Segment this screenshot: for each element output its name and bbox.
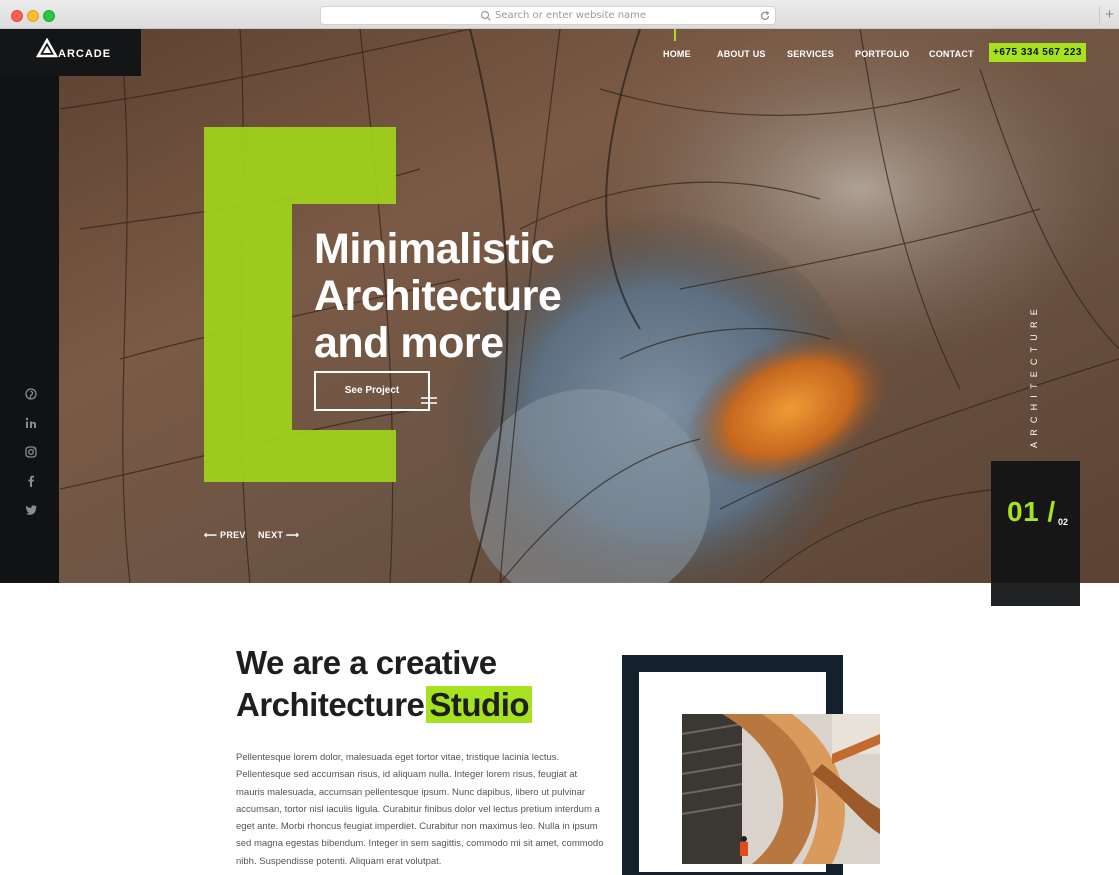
menu-lines-icon bbox=[421, 397, 437, 404]
address-bar[interactable]: Search or enter website name bbox=[320, 6, 776, 25]
prev-label: PREV bbox=[220, 530, 246, 540]
arrow-right-icon: ⟶ bbox=[283, 530, 300, 540]
left-sidebar bbox=[0, 29, 59, 583]
slide-counter-box bbox=[991, 461, 1080, 606]
next-slide-button[interactable]: NEXT ⟶ bbox=[258, 530, 299, 541]
about-body-text: Pellentesque lorem dolor, malesuada eget… bbox=[236, 752, 604, 867]
minimize-window-button[interactable] bbox=[27, 10, 39, 22]
prev-slide-button[interactable]: ⟵ PREV bbox=[204, 530, 246, 541]
logo-text: ARCADE bbox=[58, 48, 112, 60]
nav-about-us[interactable]: ABOUT US bbox=[717, 49, 766, 59]
active-nav-indicator bbox=[674, 29, 676, 41]
about-title-word: Architecture bbox=[236, 686, 425, 723]
slide-current: 01 / bbox=[1007, 496, 1056, 527]
about-title-highlight: Studio bbox=[426, 686, 533, 723]
zoom-window-button[interactable] bbox=[43, 10, 55, 22]
nav-home[interactable]: HOME bbox=[663, 49, 691, 59]
close-window-button[interactable] bbox=[11, 10, 23, 22]
phone-number-button[interactable]: +675 334 567 223 bbox=[989, 43, 1086, 62]
see-project-button[interactable]: See Project bbox=[314, 371, 430, 411]
arrow-left-icon: ⟵ bbox=[204, 530, 221, 540]
next-label: NEXT bbox=[258, 530, 284, 540]
staircase-image bbox=[682, 714, 880, 864]
instagram-icon[interactable] bbox=[24, 445, 38, 459]
nav-portfolio[interactable]: PORTFOLIO bbox=[855, 49, 909, 59]
logo-triangle-icon bbox=[36, 38, 58, 58]
about-title: We are a creative Architecture Studio bbox=[236, 642, 533, 726]
hero-headline-line-2: Architecture bbox=[314, 272, 562, 320]
hero-headline-line-1: Minimalistic bbox=[314, 225, 555, 273]
browser-toolbar: Search or enter website name + bbox=[0, 0, 1119, 29]
pinterest-icon[interactable] bbox=[24, 387, 38, 401]
slide-total: 02 bbox=[1058, 517, 1069, 527]
linkedin-icon[interactable] bbox=[24, 416, 38, 430]
search-icon bbox=[480, 10, 491, 21]
address-placeholder: Search or enter website name bbox=[495, 10, 647, 21]
about-title-line-1: We are a creative bbox=[236, 644, 497, 681]
hero-headline-line-3: and more bbox=[314, 319, 504, 367]
hero-headline: Minimalistic Architecture and more bbox=[314, 225, 562, 367]
vertical-label-text: ARCHITECTURE bbox=[1029, 303, 1039, 448]
twitter-icon[interactable] bbox=[24, 503, 38, 517]
reload-icon[interactable] bbox=[759, 10, 771, 22]
facebook-icon[interactable] bbox=[24, 474, 38, 488]
vertical-category-label: ARCHITECTURE bbox=[1029, 303, 1039, 448]
new-tab-button[interactable]: + bbox=[1099, 6, 1119, 25]
nav-contact[interactable]: CONTACT bbox=[929, 49, 974, 59]
about-title-line-2: Architecture Studio bbox=[236, 684, 533, 726]
nav-services[interactable]: SERVICES bbox=[787, 49, 834, 59]
browser-window: Search or enter website name + ARCADE HO… bbox=[0, 0, 1119, 875]
